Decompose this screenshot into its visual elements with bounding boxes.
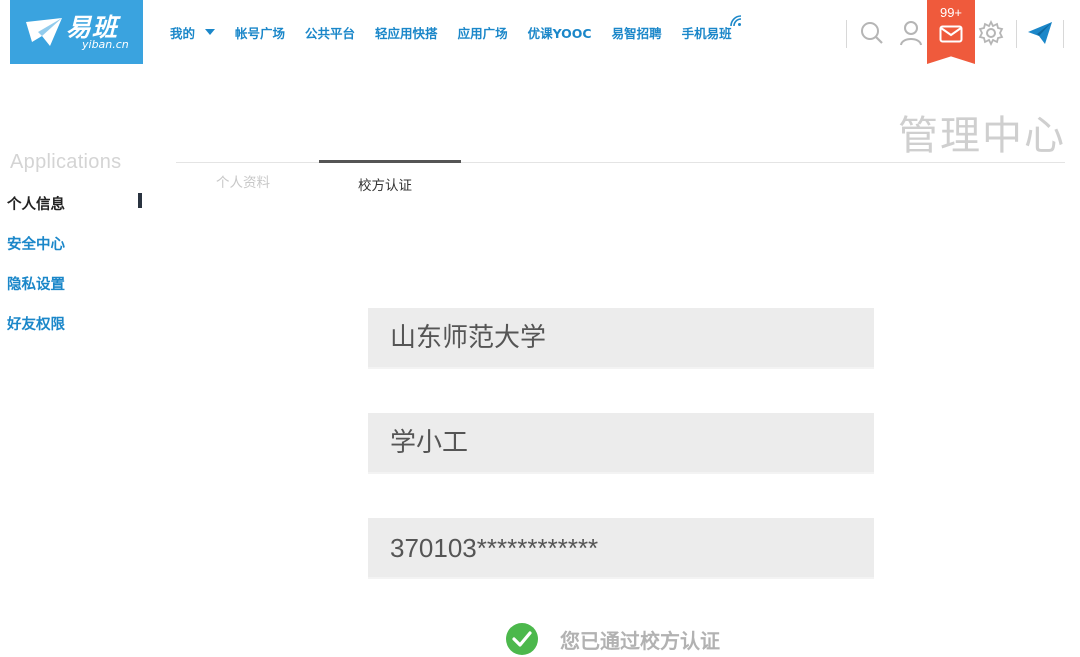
brand-logo[interactable]: 易班 yiban.cn: [10, 0, 143, 64]
nav-yooc[interactable]: 优课YOOC: [528, 23, 592, 42]
sidebar-active-marker: [138, 193, 142, 208]
sidebar-item-personal-info[interactable]: 个人信息: [7, 193, 65, 214]
check-circle-icon: [506, 623, 538, 655]
sidebar-item-friend-permissions[interactable]: 好友权限: [7, 313, 65, 334]
name-field[interactable]: 学小工: [368, 413, 874, 474]
wifi-icon: [729, 14, 741, 26]
nav-mine-label: 我的: [170, 25, 196, 41]
brand-domain: yiban.cn: [82, 38, 129, 51]
school-value: 山东师范大学: [390, 323, 547, 353]
page-title: 管理中心: [898, 113, 1066, 159]
tab-active-indicator: [319, 160, 461, 163]
sidebar-title: Applications: [10, 151, 122, 173]
toolbar-divider: [1016, 20, 1017, 48]
nav-mine[interactable]: 我的: [170, 23, 216, 42]
top-navigation: 我的 帐号广场 公共平台 轻应用快搭 应用广场 优课YOOC 易智招聘 手机易班: [170, 14, 752, 42]
mail-icon: [939, 25, 963, 43]
toolbar-divider: [846, 20, 847, 48]
school-field[interactable]: 山东师范大学: [368, 308, 874, 369]
nav-mobile-yiban[interactable]: 手机易班: [681, 14, 741, 42]
verified-status: 您已通过校方认证: [560, 629, 720, 653]
tabs-divider: [176, 162, 1065, 163]
search-icon[interactable]: [858, 19, 886, 47]
gear-icon[interactable]: [977, 19, 1005, 47]
nav-app-square[interactable]: 应用广场: [458, 23, 508, 42]
nav-public-platform[interactable]: 公共平台: [305, 23, 355, 42]
mail-button[interactable]: 99+: [927, 0, 975, 64]
send-icon[interactable]: [1026, 19, 1054, 47]
toolbar-divider: [1063, 20, 1064, 48]
mail-badge-count: 99+: [939, 5, 963, 20]
name-value: 学小工: [390, 428, 469, 458]
nav-account-square[interactable]: 帐号广场: [235, 23, 285, 42]
user-icon[interactable]: [897, 19, 925, 47]
nav-light-app-builder[interactable]: 轻应用快搭: [375, 23, 438, 42]
logo-mark-icon: [26, 18, 62, 46]
tab-school-verification[interactable]: 校方认证: [358, 174, 412, 194]
tab-profile[interactable]: 个人资料: [216, 171, 270, 191]
nav-recruitment[interactable]: 易智招聘: [612, 23, 662, 42]
id-number-field[interactable]: 370103************: [368, 518, 874, 579]
sidebar-item-security[interactable]: 安全中心: [7, 233, 65, 254]
id-number-value: 370103************: [390, 533, 599, 563]
sidebar-item-privacy[interactable]: 隐私设置: [7, 273, 65, 294]
nav-mobile-label: 手机易班: [681, 25, 732, 41]
chevron-down-icon: [205, 29, 216, 35]
